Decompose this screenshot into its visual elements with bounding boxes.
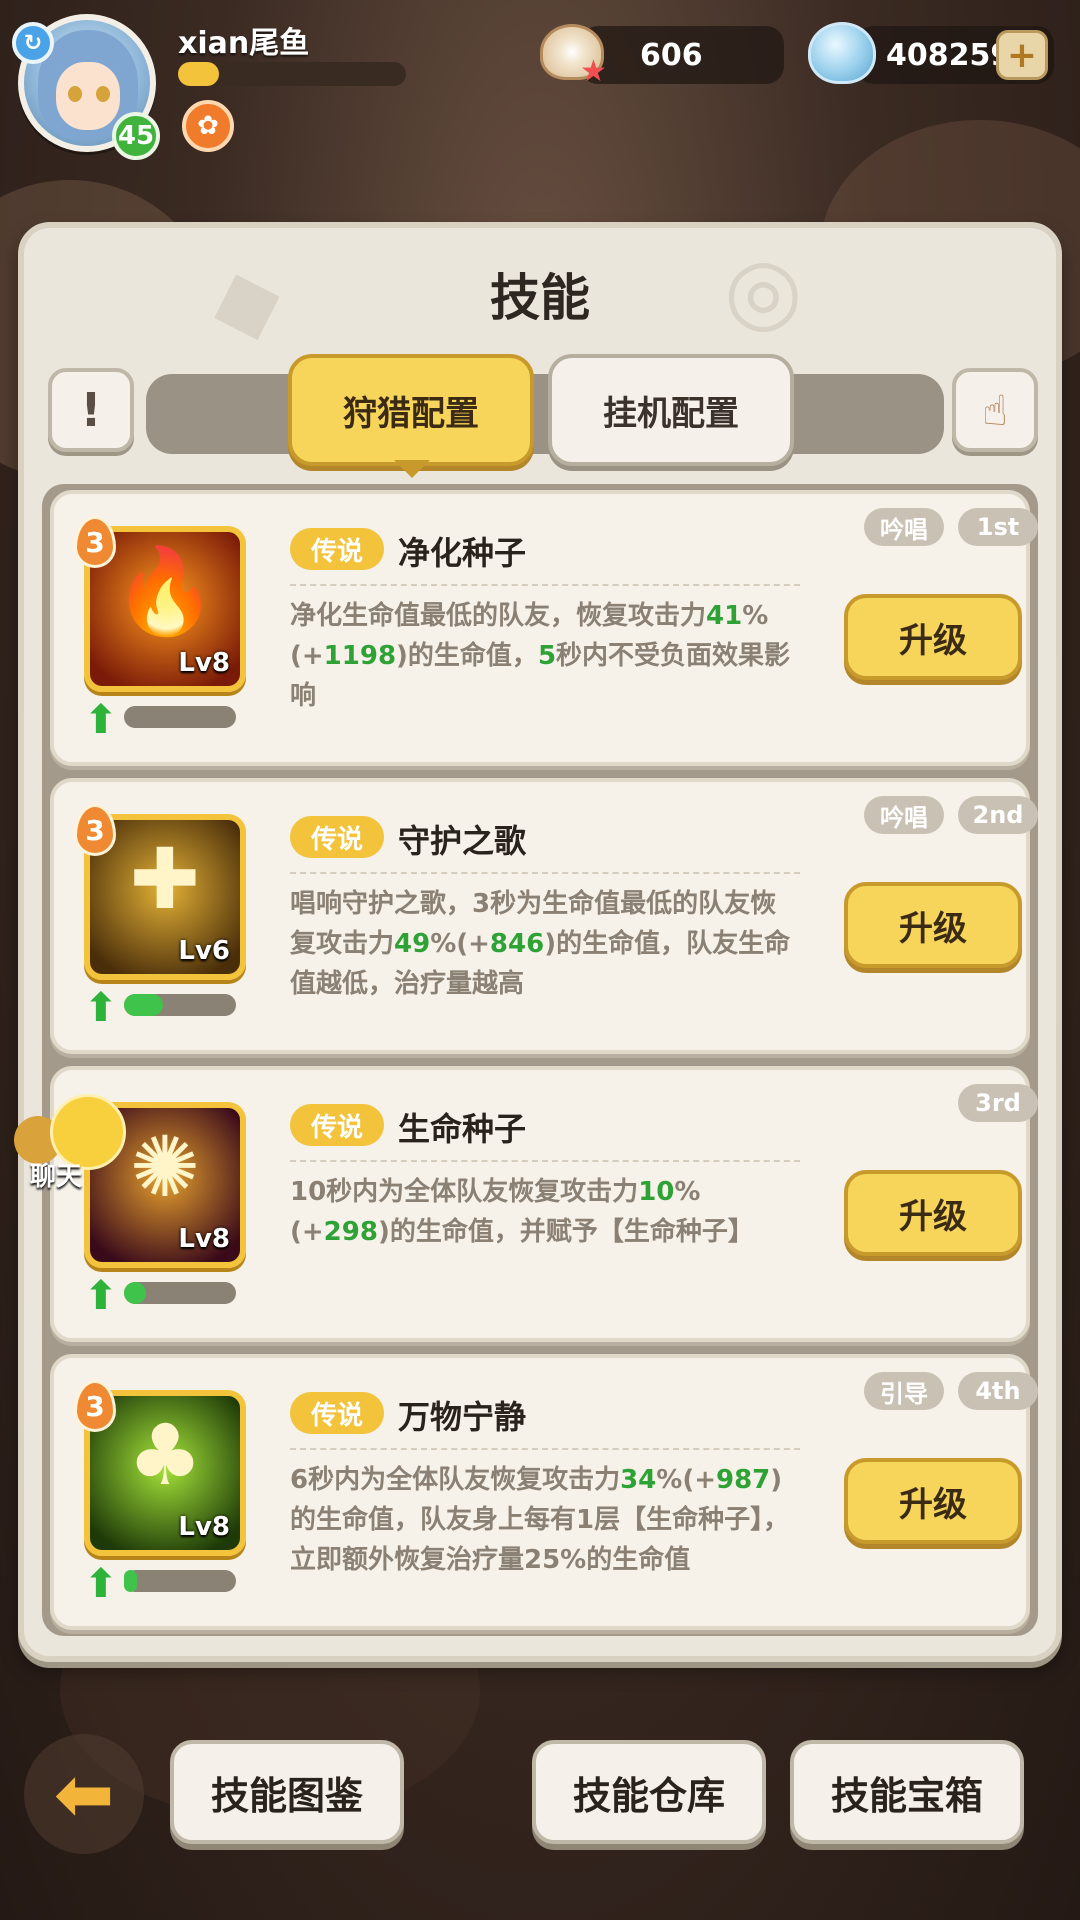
description-segment: 298: [323, 1217, 378, 1247]
divider: [290, 1448, 800, 1450]
pearl-counter: 606: [580, 26, 784, 84]
pearl-value: 606: [640, 38, 703, 73]
description-segment: )的生命值，: [396, 641, 538, 671]
sync-icon[interactable]: ↻: [12, 22, 54, 64]
skill-level: Lv6: [178, 936, 230, 966]
skill-chest-button[interactable]: 技能宝箱: [790, 1740, 1024, 1844]
chat-label: 聊天: [30, 1162, 83, 1192]
divider: [290, 584, 800, 586]
skill-name: 净化种子: [398, 534, 527, 572]
tap-hand-icon[interactable]: ☝: [952, 368, 1038, 452]
active-tab-pointer: [394, 460, 430, 478]
rank-badge: 3: [74, 516, 116, 568]
divider: [290, 872, 800, 874]
skill-level: Lv8: [178, 1512, 230, 1542]
page-title: 技能: [490, 269, 590, 327]
upgrade-button[interactable]: 升级: [844, 882, 1022, 968]
upgrade-button[interactable]: 升级: [844, 594, 1022, 680]
skill-level: Lv8: [178, 1224, 230, 1254]
rank-badge: 3: [74, 1380, 116, 1432]
upgrade-button[interactable]: 升级: [844, 1458, 1022, 1544]
divider: [290, 1160, 800, 1162]
slot-order-tag: 1st: [958, 508, 1038, 546]
skill-codex-button[interactable]: 技能图鉴: [170, 1740, 404, 1844]
cast-type-tag: 引导: [864, 1372, 944, 1410]
rarity-badge: 传说: [290, 1104, 384, 1146]
upgrade-progress-bar: [124, 1282, 236, 1304]
guild-icon[interactable]: ✿: [182, 100, 234, 152]
skill-storage-button[interactable]: 技能仓库: [532, 1740, 766, 1844]
cast-type-tag: 吟唱: [864, 508, 944, 546]
description-segment: 34: [620, 1465, 657, 1495]
description-segment: 987: [716, 1465, 771, 1495]
upgrade-progress-fill: [124, 1570, 137, 1592]
skill-list: 🔥 Lv8 3 ⬆ 传说 净化种子 净化生命值最低的队友，恢复攻击力41%(+1198)的生…: [42, 484, 1038, 1636]
rank-badge: 3: [74, 804, 116, 856]
rarity-badge: 传说: [290, 1392, 384, 1434]
tab-idle-config[interactable]: 挂机配置: [548, 354, 794, 466]
gem-shell-icon: [808, 22, 876, 84]
upgrade-arrow-icon: ⬆: [84, 985, 118, 1031]
upgrade-progress-bar: [124, 994, 236, 1016]
skill-card[interactable]: 🔥 Lv8 3 ⬆ 传说 净化种子 净化生命值最低的队友，恢复攻击力41%(+1198)的生…: [50, 490, 1038, 766]
player-name: xian尾鱼: [178, 26, 310, 61]
pearl-shell-icon: ★: [540, 20, 610, 89]
add-gem-button[interactable]: +: [996, 30, 1048, 80]
skill-name: 生命种子: [398, 1110, 527, 1148]
upgrade-arrow-icon: ⬆: [84, 1561, 118, 1607]
chat-button[interactable]: 聊天: [14, 1094, 126, 1194]
description-segment: 10秒内为全体队友恢复攻击力: [290, 1177, 639, 1207]
skill-card[interactable]: ♣ Lv8 3 ⬆ 传说 万物宁静 6秒内为全体队友恢复攻击力34%(+987)的生命值，队…: [50, 1354, 1038, 1630]
exp-bar-fill: [178, 62, 219, 86]
upgrade-progress-bar: [124, 1570, 236, 1592]
rarity-badge: 传说: [290, 528, 384, 570]
back-arrow-icon[interactable]: ⬅: [24, 1734, 144, 1854]
tab-hunt-config[interactable]: 狩猎配置: [288, 354, 534, 466]
description-segment: 6秒内为全体队友恢复攻击力: [290, 1465, 621, 1495]
skill-name: 万物宁静: [398, 1398, 527, 1436]
tab-track: [146, 374, 944, 454]
upgrade-arrow-icon: ⬆: [84, 1273, 118, 1319]
upgrade-arrow-icon: ⬆: [84, 697, 118, 743]
slot-order-tag: 3rd: [958, 1084, 1038, 1122]
upgrade-progress-fill: [124, 1282, 146, 1304]
description-segment: 净化生命值最低的队友，恢复攻击力: [290, 601, 707, 631]
skill-description: 6秒内为全体队友恢复攻击力34%(+987)的生命值，队友身上每有1层【生命种子…: [290, 1460, 800, 1580]
description-segment: )的生命值，并赋予【生命种子】: [377, 1217, 754, 1247]
player-level-badge: 45: [112, 112, 160, 160]
skill-card[interactable]: ✚ Lv6 3 ⬆ 传说 守护之歌 唱响守护之歌，3秒为生命值最低的队友恢复攻击力49%(+…: [50, 778, 1038, 1054]
skill-card[interactable]: ✺ Lv8 ⬆ 传说 生命种子 10秒内为全体队友恢复攻击力10%(+298)的生命值，并…: [50, 1066, 1038, 1342]
skill-panel: ◆ ◎ 技能 ! 狩猎配置 挂机配置 ☝ 🔥 Lv8 3 ⬆ 传说 净化种子 净化生命值最低…: [18, 222, 1062, 1662]
description-segment: 10: [638, 1177, 675, 1207]
upgrade-progress-fill: [124, 994, 163, 1016]
exp-bar: [178, 62, 406, 86]
slot-order-tag: 2nd: [958, 796, 1038, 834]
description-segment: 49: [394, 929, 431, 959]
description-segment: 846: [489, 929, 545, 959]
rarity-badge: 传说: [290, 816, 384, 858]
description-segment: %(+: [656, 1465, 716, 1495]
player-avatar[interactable]: ↻ 45: [12, 14, 160, 160]
cast-type-tag: 吟唱: [864, 796, 944, 834]
gem-value: 408259: [886, 38, 1012, 73]
info-button[interactable]: !: [48, 368, 134, 452]
description-segment: %(+: [430, 929, 490, 959]
description-segment: 1198: [323, 641, 397, 671]
skill-name: 守护之歌: [398, 822, 527, 860]
skill-description: 10秒内为全体队友恢复攻击力10%(+298)的生命值，并赋予【生命种子】: [290, 1172, 800, 1252]
description-segment: 5: [537, 641, 557, 671]
skill-level: Lv8: [178, 648, 230, 678]
upgrade-progress-bar: [124, 706, 236, 728]
upgrade-button[interactable]: 升级: [844, 1170, 1022, 1256]
skill-description: 净化生命值最低的队友，恢复攻击力41%(+1198)的生命值，5秒内不受负面效果…: [290, 596, 800, 716]
skill-description: 唱响守护之歌，3秒为生命值最低的队友恢复攻击力49%(+846)的生命值，队友生…: [290, 884, 800, 1004]
description-segment: 41: [706, 601, 743, 631]
slot-order-tag: 4th: [958, 1372, 1038, 1410]
